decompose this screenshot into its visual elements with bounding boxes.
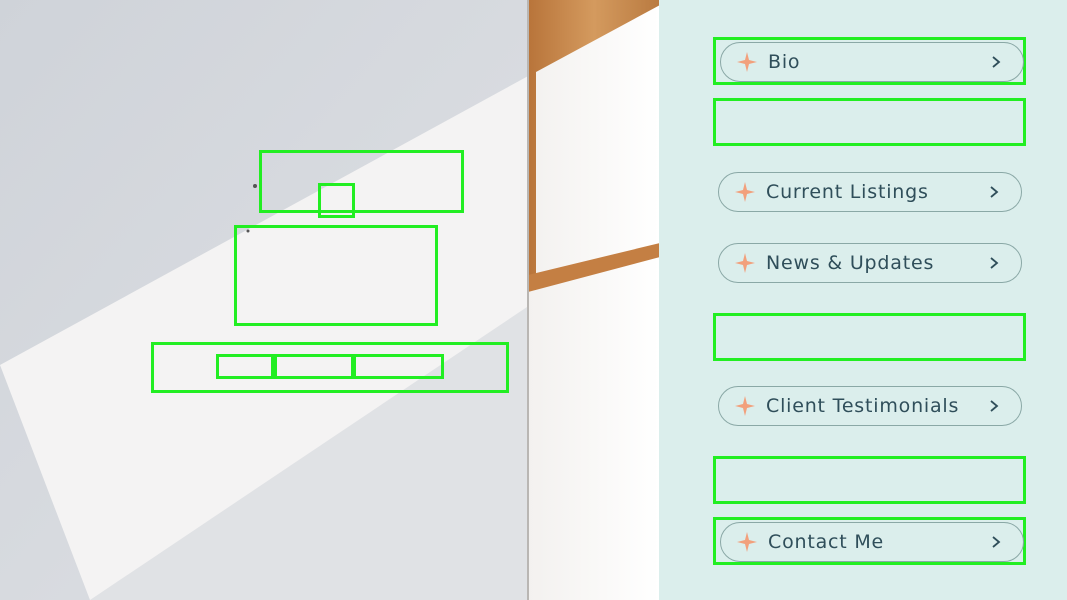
current-listings-button-label: Current Listings — [766, 181, 929, 203]
four-point-star-icon — [735, 253, 755, 273]
four-point-star-icon — [737, 532, 757, 552]
contact-me-button[interactable]: Contact Me — [720, 522, 1024, 562]
client-testimonials-button-label: Client Testimonials — [766, 395, 960, 417]
chevron-right-icon — [989, 535, 1003, 549]
detection-box — [259, 150, 464, 213]
chevron-right-icon — [989, 55, 1003, 69]
menu-slot-client-testimonials: Client Testimonials — [713, 381, 1026, 429]
bio-button-label: Bio — [768, 51, 801, 73]
background-photo — [0, 0, 660, 600]
menu-slot-news-updates: News & Updates — [713, 238, 1026, 286]
contact-me-button-label: Contact Me — [768, 531, 885, 553]
four-point-star-icon — [735, 182, 755, 202]
right-wall — [528, 0, 660, 600]
chevron-right-icon — [987, 256, 1001, 270]
link-menu-panel: Bio Current Listings News & Updates Clie… — [659, 0, 1067, 600]
chevron-right-icon — [987, 185, 1001, 199]
detection-box — [318, 183, 355, 218]
news-updates-button[interactable]: News & Updates — [718, 243, 1022, 283]
four-point-star-icon — [735, 396, 755, 416]
detection-box — [274, 354, 354, 379]
menu-slot-bio: Bio — [713, 37, 1026, 85]
chevron-right-icon — [987, 399, 1001, 413]
page: Bio Current Listings News & Updates Clie… — [0, 0, 1067, 600]
wall-dot — [253, 184, 257, 188]
empty-link-slot — [713, 98, 1026, 146]
detection-box — [234, 225, 438, 326]
four-point-star-icon — [737, 52, 757, 72]
empty-link-slot — [713, 456, 1026, 504]
client-testimonials-button[interactable]: Client Testimonials — [718, 386, 1022, 426]
current-listings-button[interactable]: Current Listings — [718, 172, 1022, 212]
menu-slot-contact-me: Contact Me — [713, 517, 1026, 565]
menu-slot-current-listings: Current Listings — [713, 167, 1026, 215]
news-updates-button-label: News & Updates — [766, 252, 935, 274]
detection-box — [353, 354, 444, 379]
empty-link-slot — [713, 313, 1026, 361]
detection-box — [216, 354, 274, 379]
bio-button[interactable]: Bio — [720, 42, 1024, 82]
